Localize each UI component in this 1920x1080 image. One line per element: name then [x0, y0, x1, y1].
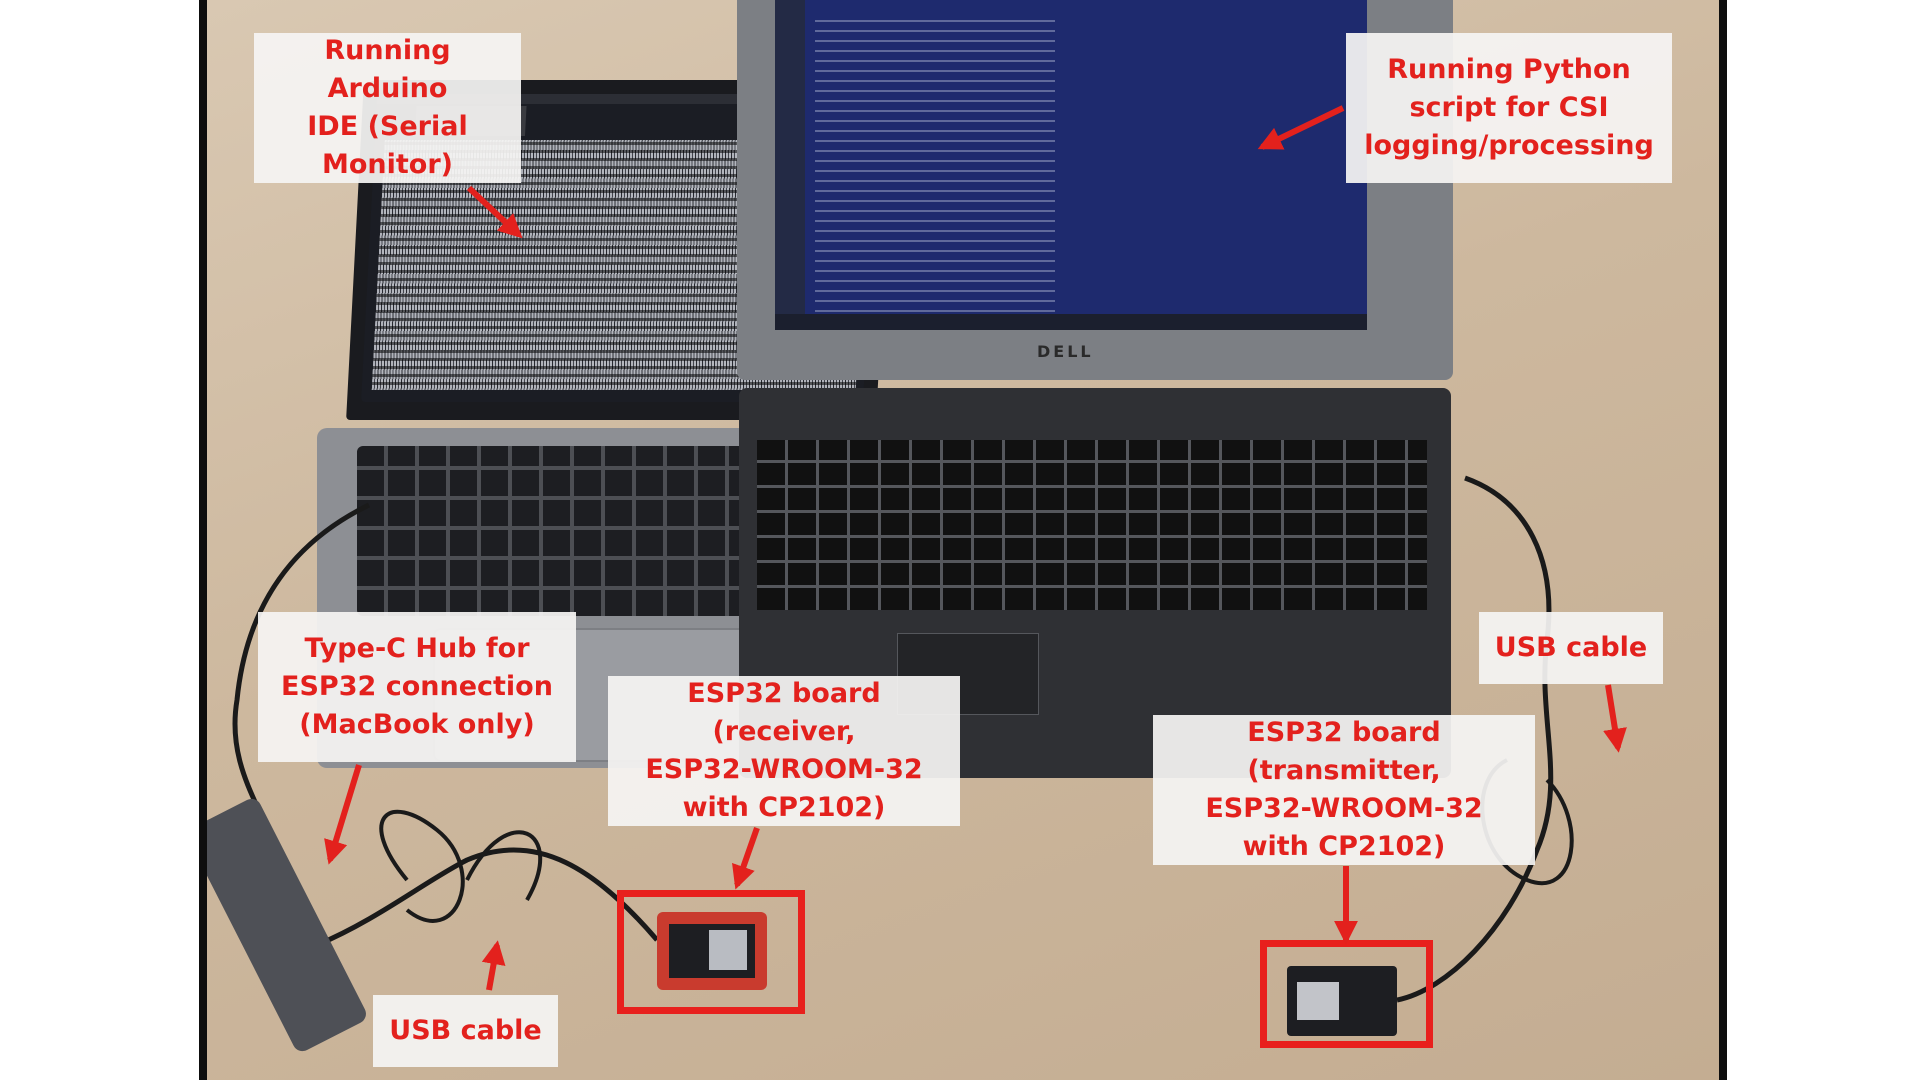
label-type-c-hub: Type-C Hub for ESP32 connection (MacBook… — [258, 612, 576, 762]
label-usb-cable-right: USB cable — [1479, 612, 1663, 684]
setup-photo: DELL Running Arduino IDE (Serial Monitor… — [207, 0, 1719, 1080]
label-esp32-transmitter: ESP32 board (transmitter, ESP32-WROOM-32… — [1153, 715, 1535, 865]
left-black-bar — [199, 0, 207, 1080]
label-usb-cable-left: USB cable — [373, 995, 558, 1067]
label-arduino-ide: Running Arduino IDE (Serial Monitor) — [254, 33, 521, 183]
label-esp32-receiver: ESP32 board (receiver, ESP32-WROOM-32 wi… — [608, 676, 960, 826]
label-python-script: Running Python script for CSI logging/pr… — [1346, 33, 1672, 183]
right-black-bar — [1719, 0, 1727, 1080]
receiver-highlight-box — [617, 890, 805, 1014]
transmitter-highlight-box — [1260, 940, 1433, 1048]
